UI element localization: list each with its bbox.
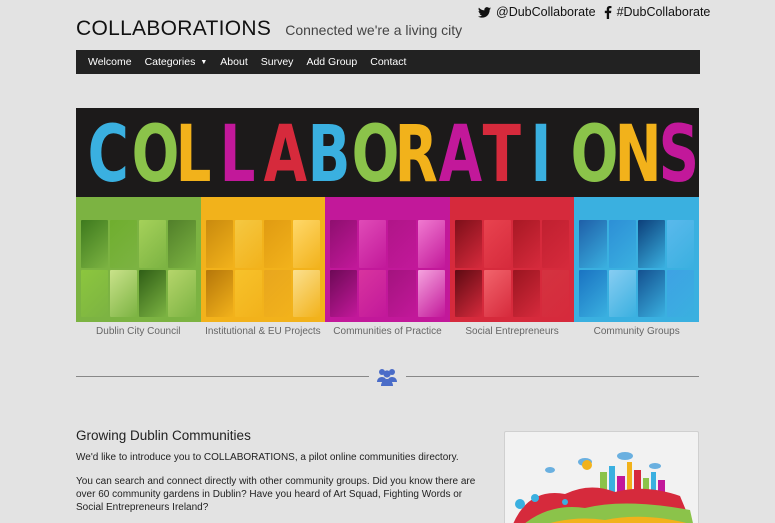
nav-categories[interactable]: Categories ▼ [145,56,208,68]
photo-tile [168,269,196,317]
banner-letter: L [175,110,212,200]
photo-tile [168,220,196,268]
photo-tile [637,269,665,317]
twitter-icon [478,6,491,18]
photo-tile [608,269,636,317]
twitter-handle: @DubCollaborate [496,5,596,19]
category-captions: Dublin City Council Institutional & EU Pr… [76,326,699,337]
photo-tile [359,220,387,268]
photo-tile [139,269,167,317]
banner-letter: I [530,110,552,200]
photo-tile [608,220,636,268]
photo-tile [359,269,387,317]
nav-contact[interactable]: Contact [370,56,406,68]
city-illustration [513,452,693,523]
banner-letter: B [307,110,351,200]
banner-letter: A [263,110,307,200]
banner-letter: R [395,110,439,200]
photo-tile [81,220,109,268]
nav-about[interactable]: About [220,56,247,68]
banner-letter: O [131,110,180,200]
photo-tile [542,220,570,268]
photo-tile [205,220,233,268]
banner-letter: O [570,110,619,200]
category-panel[interactable] [449,197,575,322]
intro-section: Growing Dublin Communities We'd like to … [76,428,476,523]
photo-tile [388,269,416,317]
divider-line-left [76,376,369,377]
category-panel[interactable] [574,197,699,322]
banner-letter: A [438,110,483,200]
nav-categories-label: Categories [144,56,196,68]
twitter-link[interactable]: @DubCollaborate [478,5,596,19]
category-panel[interactable] [325,197,450,322]
intro-paragraph-1: We'd like to introduce you to COLLABORAT… [76,452,459,463]
category-panels [76,197,699,322]
photo-tile [579,269,607,317]
photo-tile [110,220,138,268]
photo-tile [542,269,570,317]
site-tagline: Connected we're a living city [285,22,463,38]
category-caption-link[interactable]: Dublin City Council [76,326,201,337]
photo-tile [293,269,321,317]
photo-tile [330,220,358,268]
photo-tile [417,220,445,268]
banner-letter: S [658,110,699,200]
facebook-tag: #DubCollaborate [616,5,711,19]
banner-letter: O [351,110,399,200]
photo-tile [454,220,482,268]
city-illustration-card [504,431,699,523]
photo-tile [483,269,512,317]
photo-tile [637,220,665,268]
photo-tile [263,220,292,268]
photo-tile [579,220,607,268]
category-caption-link[interactable]: Communities of Practice [325,326,450,337]
intro-heading: Growing Dublin Communities [76,428,251,443]
users-icon [377,369,397,386]
banner-letter: T [482,110,522,200]
banner-letter: L [219,110,256,200]
photo-tile [293,220,321,268]
nav-welcome[interactable]: Welcome [88,56,132,68]
collaborations-banner: COLLABORATIONS [76,108,699,322]
photo-tile [263,269,292,317]
main-nav: Welcome Categories ▼ About Survey Add Gr… [76,50,700,74]
banner-wordmark: COLLABORATIONS [76,112,699,198]
section-divider [76,367,699,387]
divider-line-right [406,376,699,377]
site-title[interactable]: COLLABORATIONS [76,17,271,41]
photo-tile [81,269,109,317]
photo-tile [666,269,694,317]
photo-tile [139,220,167,268]
social-links: @DubCollaborate #DubCollaborate [478,5,718,19]
photo-tile [454,269,482,317]
photo-tile [417,269,445,317]
photo-tile [388,220,416,268]
photo-tile [234,220,262,268]
banner-letter: N [614,110,662,200]
category-panel[interactable] [200,197,326,322]
intro-paragraph-2: You can search and connect directly with… [76,476,476,513]
category-caption-link[interactable]: Community Groups [574,326,699,337]
photo-tile [666,220,694,268]
photo-tile [513,269,541,317]
facebook-icon [604,5,612,19]
category-panel[interactable] [76,197,201,322]
facebook-link[interactable]: #DubCollaborate [604,5,711,19]
photo-tile [483,220,512,268]
photo-tile [110,269,138,317]
caret-down-icon: ▼ [200,58,208,66]
nav-add-group[interactable]: Add Group [306,56,357,68]
photo-tile [513,220,541,268]
site-header: COLLABORATIONS Connected we're a living … [76,17,462,41]
category-caption-link[interactable]: Social Entrepreneurs [450,326,575,337]
banner-letter: C [87,110,129,200]
photo-tile [205,269,233,317]
photo-tile [234,269,262,317]
photo-tile [330,269,358,317]
nav-survey[interactable]: Survey [261,56,294,68]
category-caption-link[interactable]: Institutional & EU Projects [201,326,326,337]
